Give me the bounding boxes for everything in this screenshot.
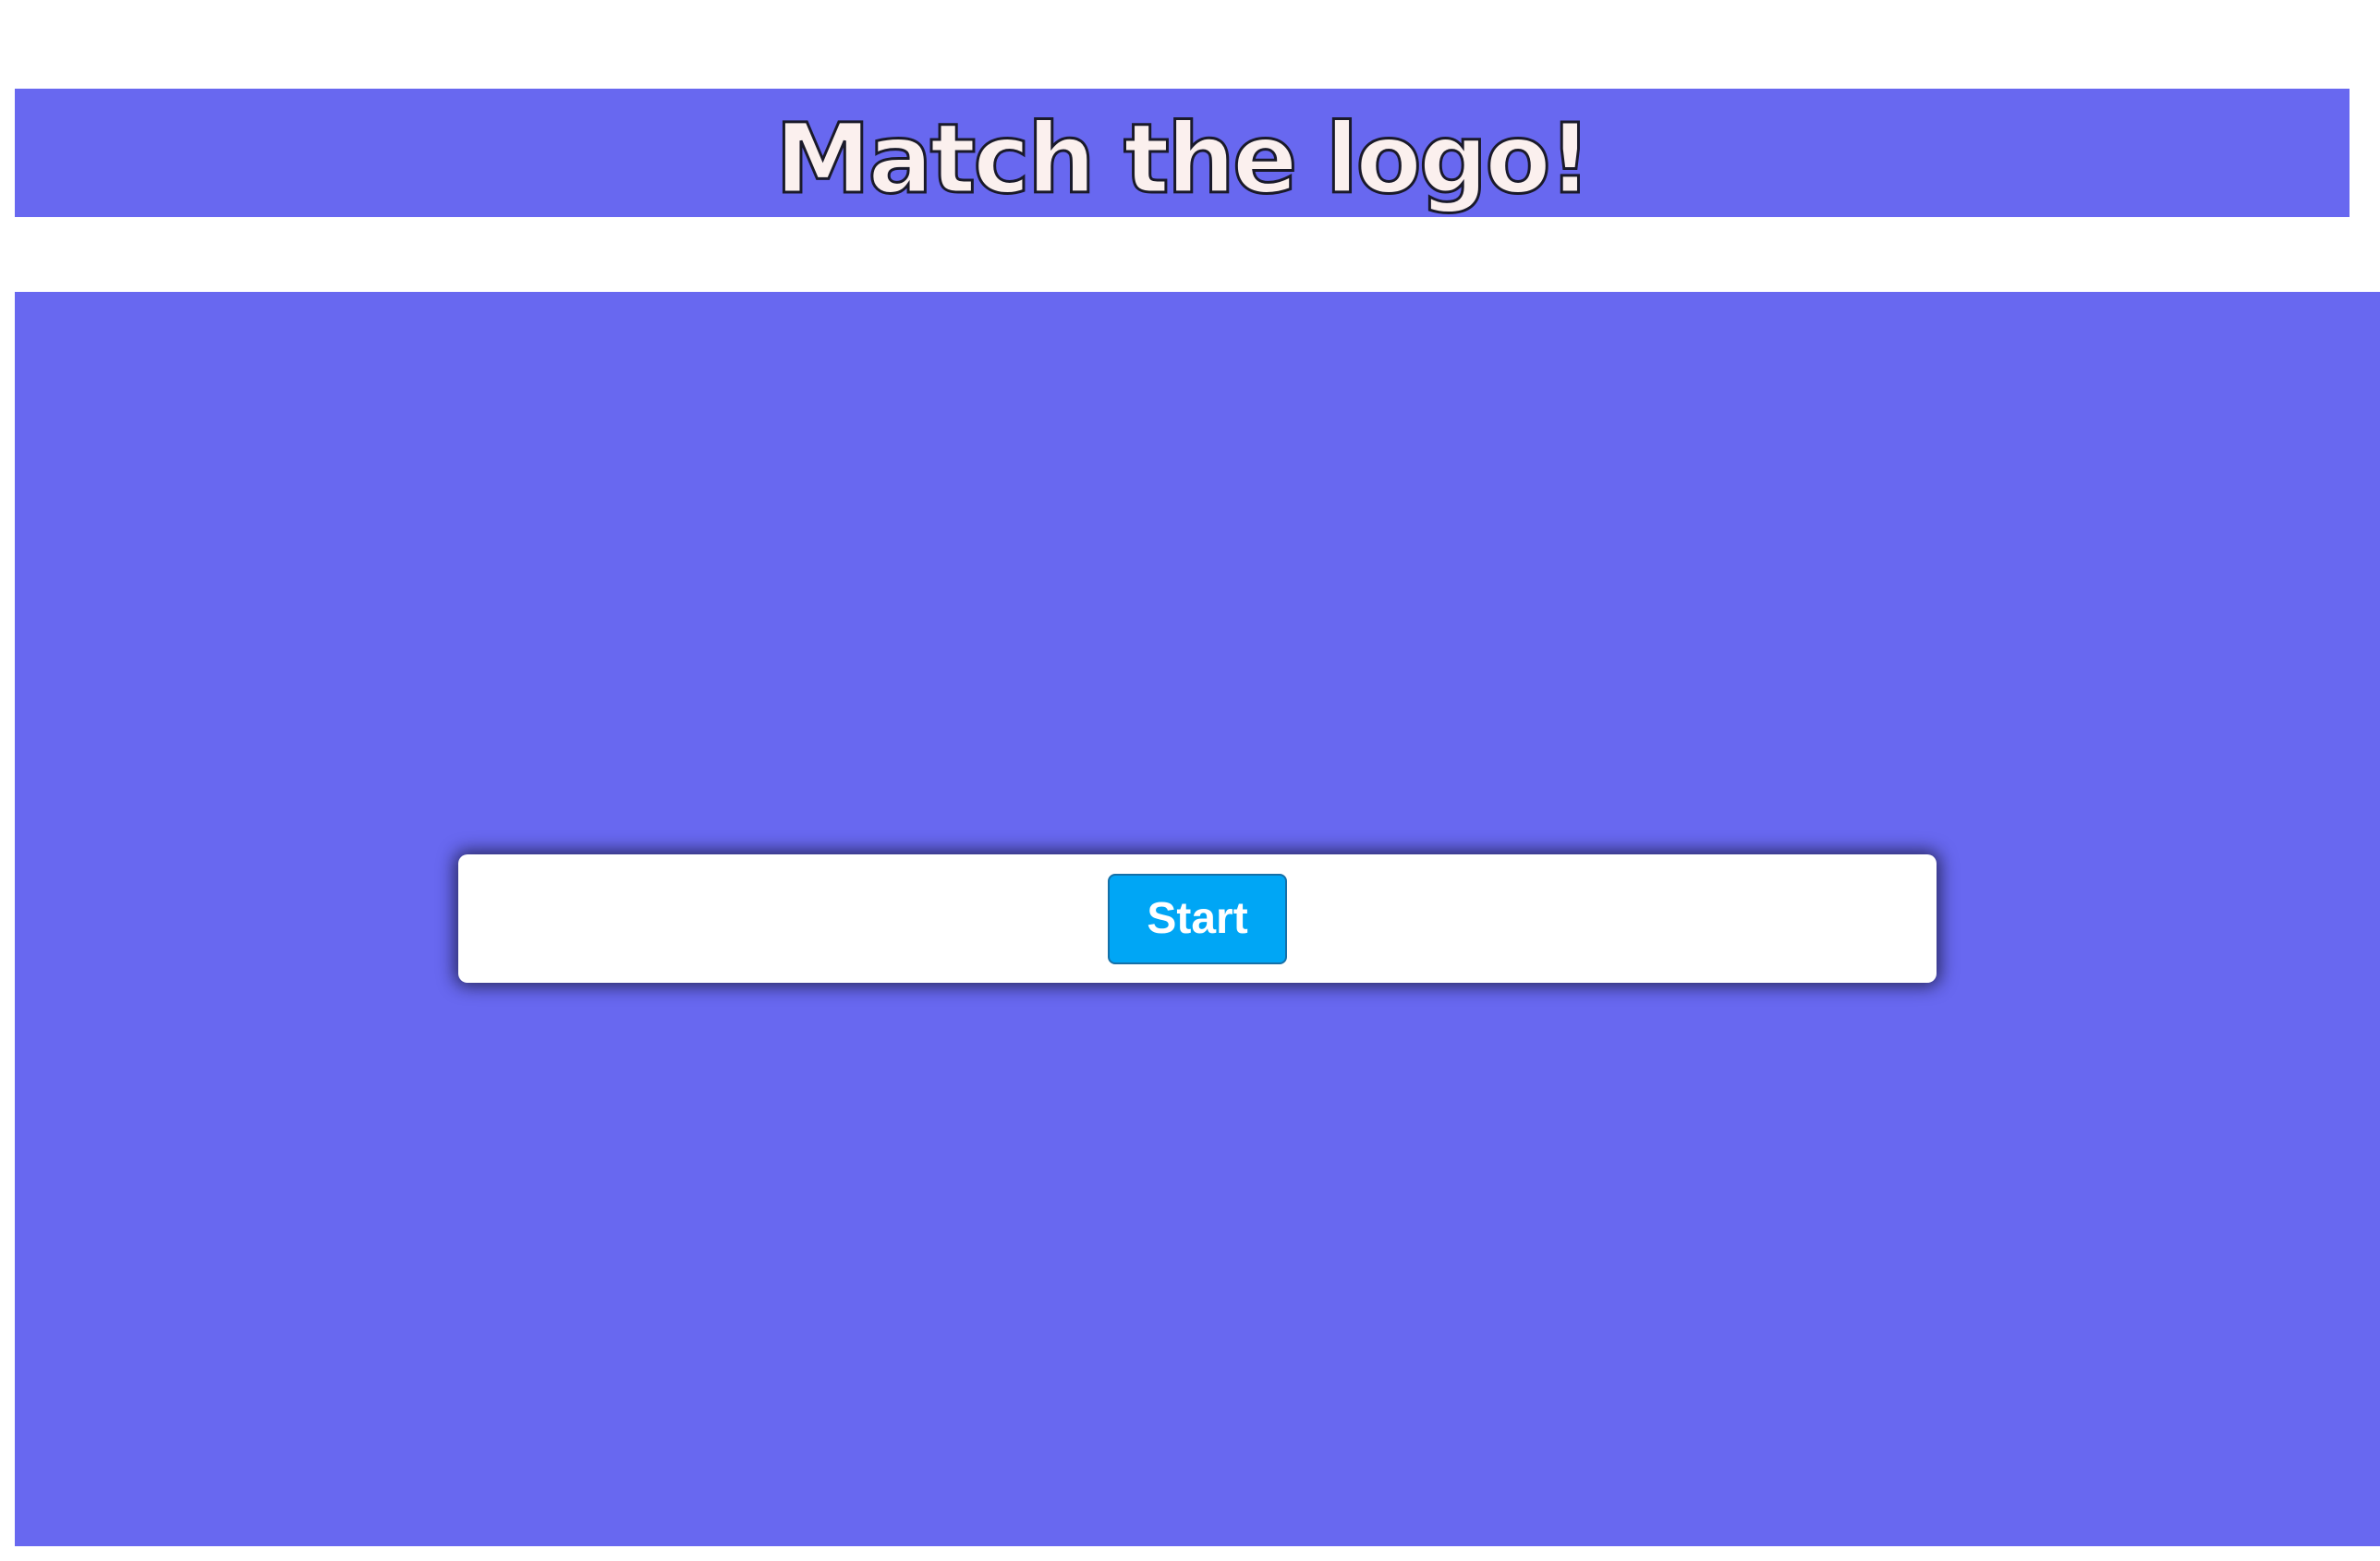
page-title: Match the logo! (773, 102, 1593, 215)
start-button[interactable]: Start (1108, 873, 1287, 964)
header-banner: Match the logo! (15, 89, 2350, 217)
game-area: Start (15, 292, 2380, 1546)
start-panel: Start (458, 854, 1937, 983)
